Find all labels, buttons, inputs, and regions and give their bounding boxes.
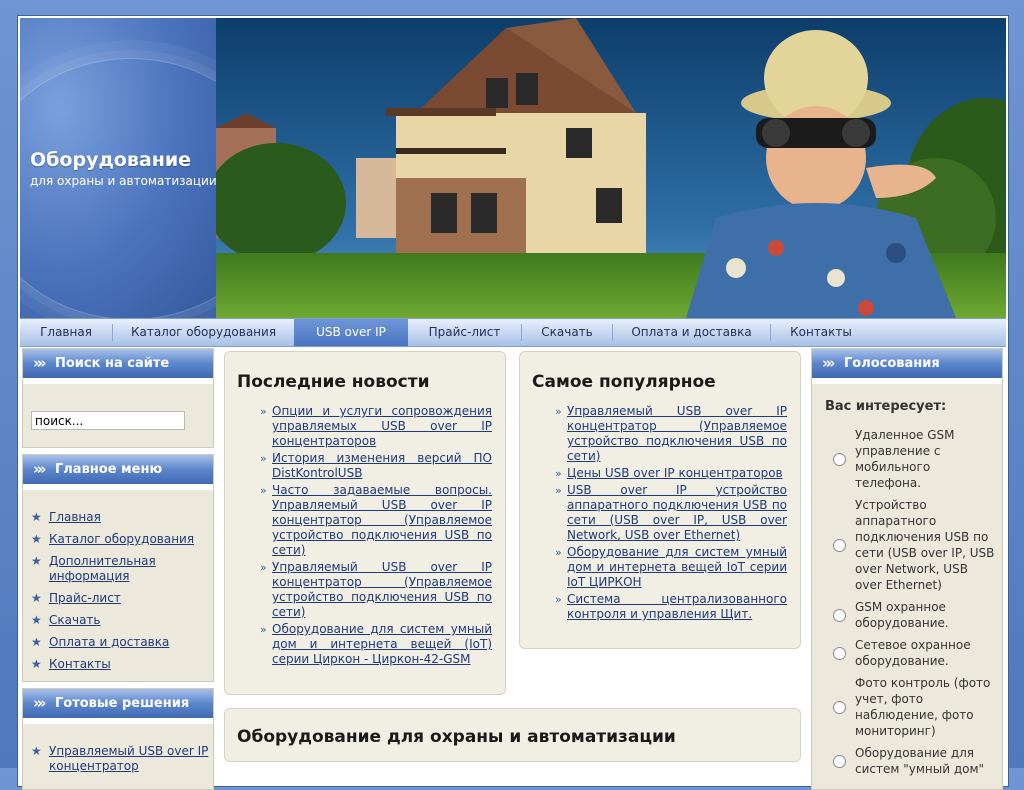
menu-item-price-list[interactable]: ★ Прайс-лист	[23, 591, 213, 606]
nav-item-home[interactable]: Главная	[20, 319, 112, 346]
popular-link[interactable]: Цены USB over IP концентраторов	[567, 466, 783, 480]
nav-item-price-list[interactable]: Прайс-лист	[408, 319, 521, 346]
solutions-title: Готовые решения	[55, 696, 190, 711]
star-icon: ★	[31, 532, 42, 546]
news-item[interactable]: Опции и услуги сопровождения управляемых…	[260, 404, 492, 449]
latest-news-box: Последние новости Опции и услуги сопрово…	[224, 351, 506, 695]
page-frame: Оборудование для охраны и автоматизации	[17, 15, 1009, 790]
nav-item-download[interactable]: Скачать	[522, 319, 612, 346]
menu-item-payment-delivery[interactable]: ★ Оплата и доставка	[23, 635, 213, 650]
menu-link[interactable]: Прайс-лист	[49, 591, 121, 605]
search-box-title: Поиск на сайте	[55, 356, 170, 371]
solutions-item[interactable]: ★ Управляемый USB over IP концентратор	[23, 744, 213, 774]
main-menu-title: Главное меню	[55, 462, 163, 477]
search-input[interactable]	[31, 411, 185, 430]
article-box: Оборудование для охраны и автоматизации	[224, 708, 801, 762]
menu-item-additional-info[interactable]: ★ Дополнительная информация	[23, 554, 213, 584]
popular-item[interactable]: Управляемый USB over IP концентратор (Уп…	[555, 404, 787, 464]
star-icon: ★	[31, 613, 42, 627]
news-link[interactable]: Управляемый USB over IP концентратор (Уп…	[272, 560, 492, 619]
poll-box: »» Голосования Вас интересует: Удаленное…	[811, 348, 1003, 790]
news-link[interactable]: Оборудование для систем умный дом и инте…	[272, 622, 492, 666]
poll-radio[interactable]	[833, 539, 846, 552]
nav-item-payment-delivery[interactable]: Оплата и доставка	[613, 319, 770, 346]
menu-link[interactable]: Оплата и доставка	[49, 635, 169, 649]
poll-header: »» Голосования	[812, 349, 1002, 384]
poll-radio[interactable]	[833, 701, 846, 714]
star-icon: ★	[31, 657, 42, 671]
poll-radio[interactable]	[833, 453, 846, 466]
menu-link[interactable]: Главная	[49, 510, 101, 524]
solutions-list: ★ Управляемый USB over IP концентратор	[23, 744, 213, 774]
solutions-link[interactable]: Управляемый USB over IP концентратор	[49, 744, 208, 773]
double-chevron-icon: »»	[822, 354, 836, 372]
news-item[interactable]: История изменения версий ПО DistKontrolU…	[260, 451, 492, 481]
menu-item-download[interactable]: ★ Скачать	[23, 613, 213, 628]
main-menu-header: »» Главное меню	[23, 455, 213, 490]
menu-item-contacts[interactable]: ★ Контакты	[23, 657, 213, 672]
poll-title: Голосования	[844, 356, 940, 371]
double-chevron-icon: »»	[33, 354, 47, 372]
popular-box: Самое популярное Управляемый USB over IP…	[519, 351, 801, 649]
main-menu-list: ★ Главная ★ Каталог оборудования ★ Дополнит…	[23, 510, 213, 672]
latest-news-title: Последние новости	[237, 372, 430, 392]
poll-radio[interactable]	[833, 647, 846, 660]
poll-option-label[interactable]: Удаленное GSM управление с мобильного те…	[855, 427, 995, 491]
popular-link[interactable]: Система централизованного контроля и упр…	[567, 592, 787, 621]
menu-link[interactable]: Контакты	[49, 657, 111, 671]
main-navigation: Главная Каталог оборудования USB over IP…	[20, 318, 1006, 347]
main-menu-box: »» Главное меню ★ Главная ★ Каталог оборуд…	[22, 454, 214, 682]
menu-item-home[interactable]: ★ Главная	[23, 510, 213, 525]
menu-link[interactable]: Дополнительная информация	[49, 554, 156, 583]
double-chevron-icon: »»	[33, 694, 47, 712]
nav-item-usb-over-ip[interactable]: USB over IP	[294, 319, 408, 346]
double-chevron-icon: »»	[33, 460, 47, 478]
poll-question: Вас интересует:	[825, 399, 947, 414]
popular-list: Управляемый USB over IP концентратор (Уп…	[555, 404, 787, 624]
site-title[interactable]: Оборудование	[30, 149, 191, 171]
news-item[interactable]: Часто задаваемые вопросы. Управляемый US…	[260, 483, 492, 558]
poll-option-label[interactable]: Фото контроль (фото учет, фото наблюдени…	[855, 675, 995, 739]
menu-link[interactable]: Скачать	[49, 613, 101, 627]
solutions-header: »» Готовые решения	[23, 689, 213, 724]
article-title: Оборудование для охраны и автоматизации	[237, 727, 676, 747]
popular-item[interactable]: Система централизованного контроля и упр…	[555, 592, 787, 622]
site-header: Оборудование для охраны и автоматизации	[20, 18, 1006, 318]
poll-option-label[interactable]: Сетевое охранное оборудование.	[855, 637, 995, 669]
popular-link[interactable]: USB over IP устройство аппаратного подкл…	[567, 483, 787, 542]
popular-link[interactable]: Оборудование для систем умный дом и инте…	[567, 545, 787, 589]
popular-item[interactable]: Оборудование для систем умный дом и инте…	[555, 545, 787, 590]
star-icon: ★	[31, 635, 42, 649]
search-box-header: »» Поиск на сайте	[23, 349, 213, 384]
news-link[interactable]: История изменения версий ПО DistKontrolU…	[272, 451, 492, 480]
poll-radio[interactable]	[833, 755, 846, 768]
news-item[interactable]: Управляемый USB over IP концентратор (Уп…	[260, 560, 492, 620]
popular-item[interactable]: Цены USB over IP концентраторов	[555, 466, 787, 481]
header-banner-image	[216, 18, 1006, 318]
solutions-box: »» Готовые решения ★ Управляемый USB over…	[22, 688, 214, 790]
poll-option-label[interactable]: GSM охранное оборудование.	[855, 599, 995, 631]
nav-item-contacts[interactable]: Контакты	[771, 319, 871, 346]
star-icon: ★	[31, 744, 42, 758]
menu-link[interactable]: Каталог оборудования	[49, 532, 194, 546]
nav-item-catalog[interactable]: Каталог оборудования	[113, 319, 294, 346]
poll-option-label[interactable]: Устройство аппаратного подключения USB п…	[855, 497, 995, 593]
menu-item-catalog[interactable]: ★ Каталог оборудования	[23, 532, 213, 547]
search-box: »» Поиск на сайте	[22, 348, 214, 448]
latest-news-list: Опции и услуги сопровождения управляемых…	[260, 404, 492, 669]
star-icon: ★	[31, 510, 42, 524]
news-item[interactable]: Оборудование для систем умный дом и инте…	[260, 622, 492, 667]
news-link[interactable]: Часто задаваемые вопросы. Управляемый US…	[272, 483, 492, 557]
popular-item[interactable]: USB over IP устройство аппаратного подкл…	[555, 483, 787, 543]
popular-title: Самое популярное	[532, 372, 716, 392]
site-subtitle: для охраны и автоматизации	[30, 174, 217, 188]
popular-link[interactable]: Управляемый USB over IP концентратор (Уп…	[567, 404, 787, 463]
star-icon: ★	[31, 554, 42, 568]
star-icon: ★	[31, 591, 42, 605]
poll-radio[interactable]	[833, 609, 846, 622]
poll-option-label[interactable]: Оборудование для систем "умный дом"	[855, 745, 995, 777]
news-link[interactable]: Опции и услуги сопровождения управляемых…	[272, 404, 492, 448]
